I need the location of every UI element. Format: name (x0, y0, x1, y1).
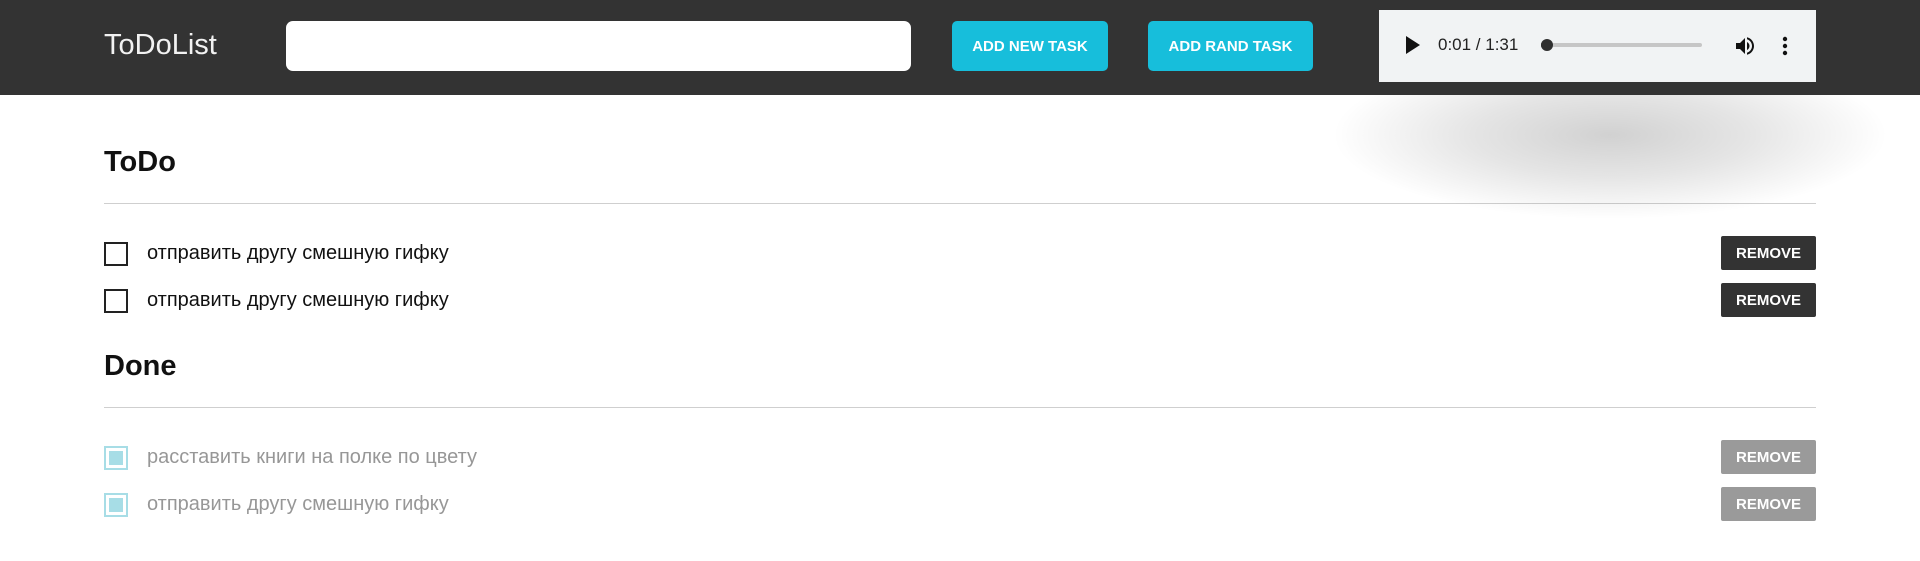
done-divider (104, 407, 1816, 408)
more-vert-icon[interactable] (1779, 34, 1791, 58)
volume-icon[interactable] (1733, 34, 1757, 58)
task-checkbox-checked[interactable] (104, 493, 128, 517)
task-label: отправить другу смешную гифку (147, 242, 449, 264)
task-label: отправить другу смешную гифку (147, 289, 449, 311)
app-header: ToDoList ADD NEW TASK ADD RAND TASK 0:01… (0, 0, 1920, 95)
play-icon[interactable] (1406, 36, 1420, 54)
done-section-title: Done (104, 350, 177, 382)
todo-divider (104, 203, 1816, 204)
audio-seek-bar[interactable] (1541, 39, 1702, 51)
task-checkbox-checked[interactable] (104, 446, 128, 470)
remove-button[interactable]: REMOVE (1721, 440, 1816, 474)
audio-time: 0:01 / 1:31 (1438, 35, 1519, 54)
task-label: отправить другу смешную гифку (147, 493, 449, 515)
remove-button[interactable]: REMOVE (1721, 236, 1816, 270)
audio-player: 0:01 / 1:31 (1379, 10, 1816, 82)
done-list-item: расставить книги на полке по цвету REMOV… (104, 440, 1816, 474)
task-checkbox[interactable] (104, 242, 128, 266)
done-list-item: отправить другу смешную гифку REMOVE (104, 487, 1816, 521)
new-task-input[interactable] (286, 21, 911, 71)
add-new-task-button[interactable]: ADD NEW TASK (952, 21, 1108, 71)
audio-seek-knob[interactable] (1541, 39, 1553, 51)
todo-list-item: отправить другу смешную гифку REMOVE (104, 283, 1816, 317)
remove-button[interactable]: REMOVE (1721, 487, 1816, 521)
app-title: ToDoList (104, 29, 217, 61)
task-checkbox[interactable] (104, 289, 128, 313)
todo-list-item: отправить другу смешную гифку REMOVE (104, 236, 1816, 270)
add-rand-task-button[interactable]: ADD RAND TASK (1148, 21, 1313, 71)
task-label: расставить книги на полке по цвету (147, 446, 477, 468)
todo-section-title: ToDo (104, 146, 176, 178)
remove-button[interactable]: REMOVE (1721, 283, 1816, 317)
